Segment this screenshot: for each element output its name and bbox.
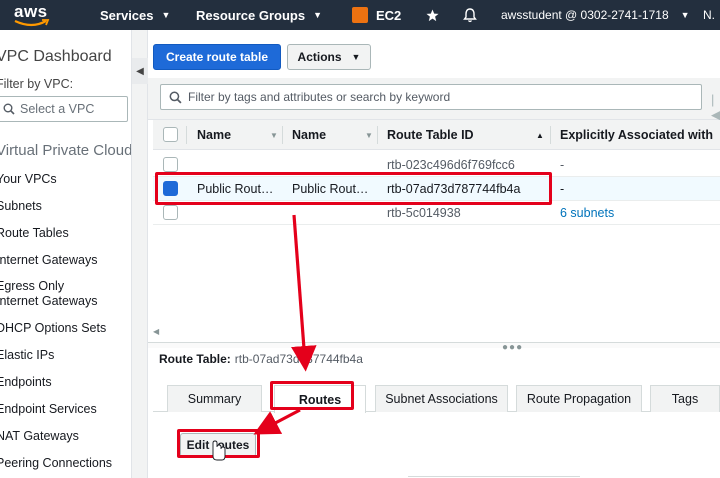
sidebar-title[interactable]: VPC Dashboard: [0, 48, 112, 66]
row-checkbox[interactable]: [163, 205, 178, 220]
chevron-down-icon: ▼: [161, 10, 171, 20]
horizontal-scrollbar[interactable]: ◀: [153, 327, 720, 337]
search-input[interactable]: Filter by tags and attributes or search …: [160, 84, 702, 110]
subnets-link[interactable]: 6 subnets: [560, 201, 614, 225]
sidebar-item-subnets[interactable]: Subnets: [0, 199, 42, 214]
tab-summary[interactable]: Summary: [167, 385, 262, 412]
scroll-left-icon[interactable]: ◀: [153, 327, 159, 336]
search-icon: [169, 91, 182, 104]
services-menu[interactable]: Services ▼: [100, 0, 170, 30]
sidebar-item-dhcp-options-sets[interactable]: DHCP Options Sets: [0, 321, 106, 336]
select-all-checkbox[interactable]: [163, 127, 178, 142]
detail-title: Route Table: rtb-07ad73d787744fb4a: [159, 352, 363, 366]
chevron-down-icon: ▼: [680, 10, 690, 20]
table-header: Name ▼ Name ▼ Route Table ID ▲ Explicitl…: [153, 120, 720, 150]
sort-ascending-icon[interactable]: ▲: [536, 131, 544, 140]
first-page-icon[interactable]: |◀: [711, 92, 720, 123]
sidebar-section-heading: Virtual Private Cloud: [0, 142, 132, 159]
highlight-selected-row: [155, 172, 552, 205]
panel-divider[interactable]: [148, 342, 720, 348]
top-navigation-bar: aws Services ▼ Resource Groups ▼ EC2 aws…: [0, 0, 720, 30]
filter-bar: Filter by tags and attributes or search …: [148, 78, 720, 123]
chevron-down-icon: ▼: [313, 10, 323, 20]
tab-route-propagation[interactable]: Route Propagation: [516, 385, 642, 412]
sidebar: VPC Dashboard Filter by VPC: Select a VP…: [0, 30, 132, 478]
create-route-table-button[interactable]: Create route table: [153, 44, 281, 70]
drag-handle-icon[interactable]: ●●●: [502, 342, 523, 353]
sidebar-item-nat-gateways[interactable]: NAT Gateways: [0, 429, 79, 444]
sidebar-item-peering-connections[interactable]: Peering Connections: [0, 456, 112, 471]
ec2-shortcut[interactable]: EC2: [352, 0, 401, 30]
tab-subnet-associations[interactable]: Subnet Associations: [375, 385, 508, 412]
pin-icon[interactable]: [426, 0, 439, 30]
filter-by-vpc-label: Filter by VPC:: [0, 77, 74, 91]
column-header-name[interactable]: Name: [292, 120, 326, 150]
notifications-bell-icon[interactable]: [463, 0, 477, 30]
collapse-sidebar-icon[interactable]: ◀: [132, 58, 148, 84]
sidebar-item-elastic-ips[interactable]: Elastic IPs: [0, 348, 54, 363]
actions-button[interactable]: Actions ▼: [287, 44, 371, 70]
sidebar-item-route-tables[interactable]: Route Tables: [0, 226, 69, 241]
highlight-edit-routes-button: [177, 429, 260, 458]
resource-groups-menu[interactable]: Resource Groups ▼: [196, 0, 322, 30]
sidebar-item-endpoints[interactable]: Endpoints: [0, 375, 52, 390]
sort-icon[interactable]: ▼: [270, 131, 278, 140]
sort-icon[interactable]: ▼: [365, 131, 373, 140]
search-icon: [3, 103, 15, 115]
highlight-routes-tab: [270, 381, 354, 410]
chevron-down-icon: ▼: [351, 52, 361, 62]
tab-tags[interactable]: Tags: [650, 385, 720, 412]
sidebar-collapse-strip: [132, 30, 148, 478]
aws-smile-icon: [14, 19, 50, 27]
account-menu[interactable]: awsstudent @ 0302-2741-1718 ▼: [501, 0, 690, 30]
ec2-icon: [352, 7, 368, 23]
column-header-route-table-id[interactable]: Route Table ID: [387, 120, 474, 150]
column-header-explicitly-associated[interactable]: Explicitly Associated with: [560, 120, 713, 150]
detail-route-table-id: rtb-07ad73d787744fb4a: [234, 352, 363, 366]
region-menu[interactable]: N.: [703, 0, 715, 30]
sidebar-item-egress-only-internet-gateways[interactable]: Egress Only Internet Gateways: [0, 279, 106, 309]
column-header-name[interactable]: Name: [197, 120, 231, 150]
sidebar-item-internet-gateways[interactable]: Internet Gateways: [0, 253, 97, 268]
aws-logo[interactable]: aws: [10, 2, 58, 28]
sidebar-item-your-vpcs[interactable]: Your VPCs: [0, 172, 57, 187]
vpc-filter-select[interactable]: Select a VPC: [0, 96, 128, 122]
main-content: Create route table Actions ▼ Filter by t…: [148, 30, 720, 478]
row-checkbox[interactable]: [163, 157, 178, 172]
sidebar-item-endpoint-services[interactable]: Endpoint Services: [0, 402, 97, 417]
